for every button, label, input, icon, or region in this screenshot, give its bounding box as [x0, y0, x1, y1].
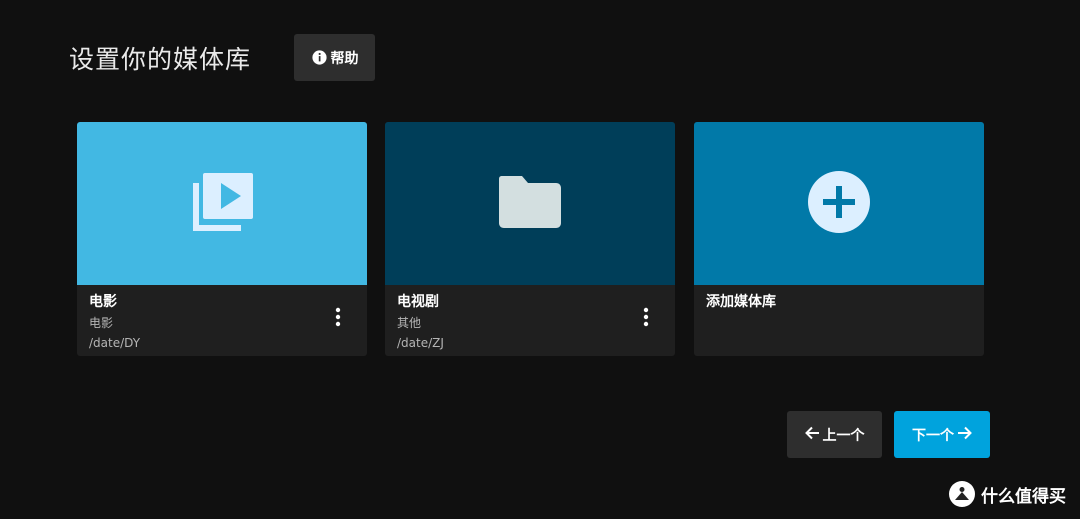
smzdm-logo-icon [949, 481, 975, 507]
library-path: /date/DY [89, 336, 141, 350]
movie-library-icon [189, 169, 255, 239]
page-title: 设置你的媒体库 [69, 45, 252, 74]
folder-icon [498, 175, 562, 232]
help-label: 帮助 [330, 50, 359, 67]
watermark: 什么值得买 [949, 481, 1066, 507]
previous-label: 上一个 [822, 427, 865, 444]
next-button[interactable]: 下一个 [894, 411, 990, 458]
library-path: /date/ZJ [397, 336, 444, 350]
previous-button[interactable]: 上一个 [787, 411, 882, 458]
arrow-right-icon [957, 426, 972, 444]
library-card-tv[interactable]: 电视剧 其他 /date/ZJ [385, 122, 675, 356]
library-thumbnail [385, 122, 675, 285]
add-library-card[interactable]: 添加媒体库 [694, 122, 984, 356]
next-label: 下一个 [912, 427, 954, 444]
more-options-icon[interactable] [639, 305, 653, 329]
help-button[interactable]: 帮助 [294, 34, 375, 81]
watermark-text: 什么值得买 [981, 486, 1066, 507]
arrow-left-icon [804, 426, 820, 444]
library-type: 其他 [397, 316, 422, 330]
add-circle-icon [807, 170, 871, 238]
library-thumbnail [77, 122, 367, 285]
add-library-label: 添加媒体库 [706, 294, 776, 310]
library-name: 电视剧 [397, 294, 439, 310]
more-options-icon[interactable] [331, 305, 345, 329]
info-icon [311, 49, 328, 66]
library-card-movies[interactable]: 电影 电影 /date/DY [77, 122, 367, 356]
library-name: 电影 [89, 294, 117, 310]
library-type: 电影 [89, 316, 114, 330]
add-library-thumbnail [694, 122, 984, 285]
